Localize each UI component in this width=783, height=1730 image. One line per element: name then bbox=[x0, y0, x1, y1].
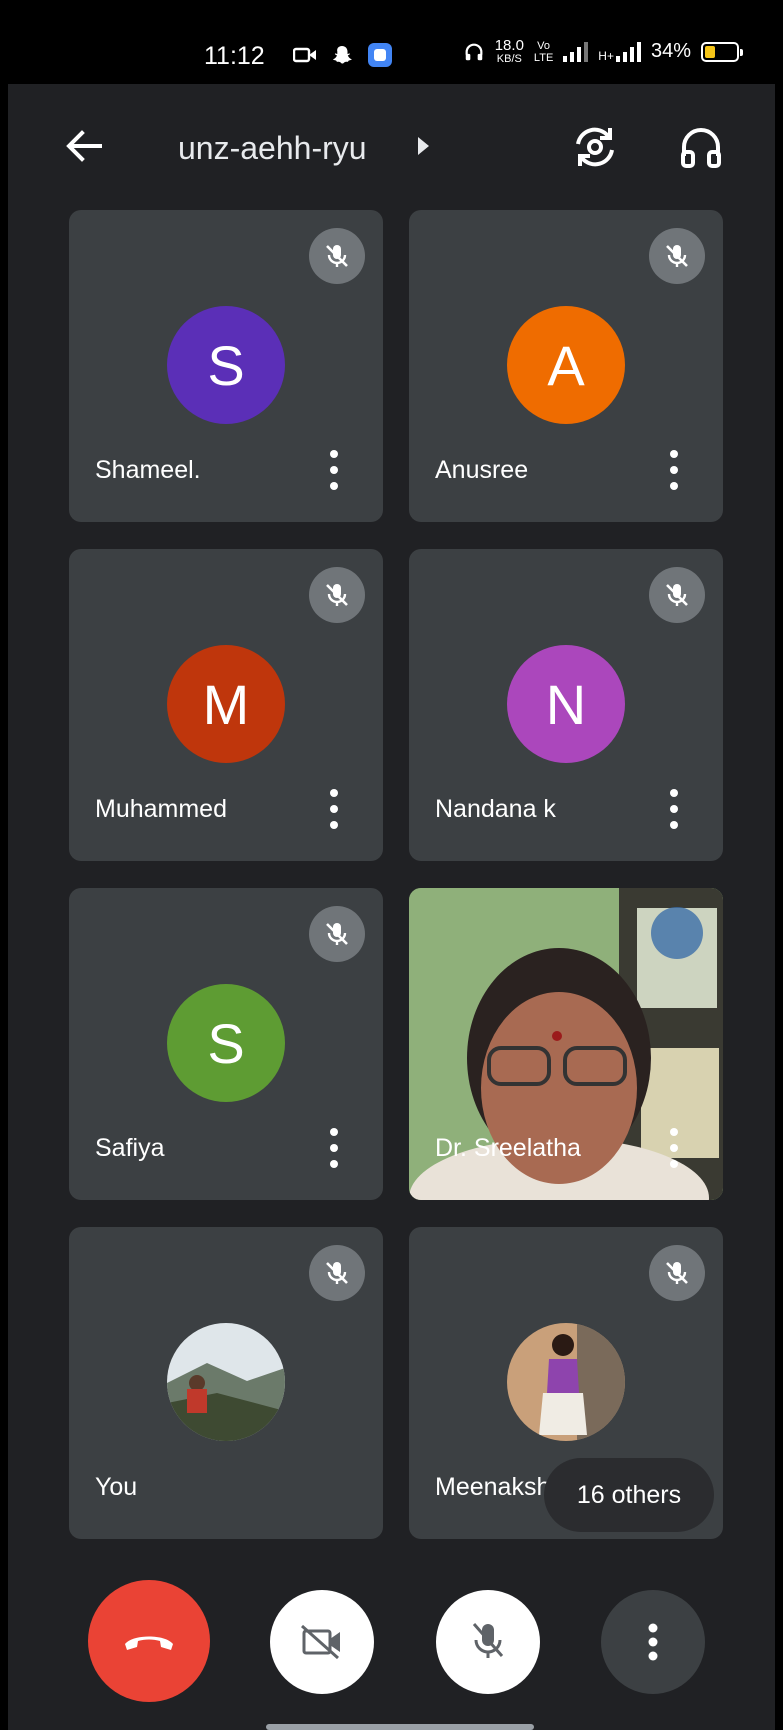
more-options-button[interactable] bbox=[601, 1590, 705, 1694]
avatar bbox=[507, 1323, 625, 1441]
battery-percent: 34% bbox=[650, 40, 691, 62]
muted-mic-icon bbox=[649, 228, 705, 284]
mic-off-icon bbox=[472, 1623, 504, 1658]
participant-tile[interactable]: N Nandana k bbox=[409, 549, 723, 861]
microphone-toggle-button[interactable] bbox=[436, 1590, 540, 1694]
end-call-button[interactable] bbox=[88, 1580, 210, 1702]
signal-strength-icon bbox=[563, 41, 589, 62]
participant-name: Anusree bbox=[435, 456, 529, 484]
participant-options-icon[interactable] bbox=[327, 450, 341, 490]
meeting-details-caret-icon[interactable] bbox=[418, 137, 429, 155]
participant-options-icon[interactable] bbox=[667, 1128, 681, 1168]
network-type: H+ bbox=[598, 41, 641, 63]
participant-options-icon[interactable] bbox=[667, 789, 681, 829]
participant-tile[interactable]: A Anusree bbox=[409, 210, 723, 522]
muted-mic-icon bbox=[309, 567, 365, 623]
app-notification-icon bbox=[368, 43, 392, 67]
others-count-pill[interactable]: 16 others bbox=[544, 1458, 714, 1532]
avatar: S bbox=[167, 984, 285, 1102]
muted-mic-icon bbox=[309, 906, 365, 962]
participant-options-icon[interactable] bbox=[327, 1128, 341, 1168]
participant-tile[interactable]: S Safiya bbox=[69, 888, 383, 1200]
meet-call-screen: 11:12 18.0 KB/S Vo LTE H+ 34% unz-aehh-r… bbox=[8, 0, 775, 1730]
network-speed-unit: KB/S bbox=[496, 53, 522, 65]
volte-top: Vo bbox=[537, 39, 551, 52]
avatar: S bbox=[167, 306, 285, 424]
signal-strength-2-icon bbox=[615, 41, 641, 62]
headset-status-icon bbox=[465, 43, 483, 60]
battery-icon bbox=[701, 41, 743, 62]
meeting-code[interactable]: unz-aehh-ryu bbox=[178, 130, 367, 167]
participant-name: Muhammed bbox=[95, 795, 227, 823]
participant-options-icon[interactable] bbox=[667, 450, 681, 490]
volte-indicator: Vo LTE bbox=[534, 40, 553, 64]
network-speed: 18.0 KB/S bbox=[495, 38, 524, 65]
more-vert-icon bbox=[648, 1623, 658, 1661]
avatar: A bbox=[507, 306, 625, 424]
avatar: M bbox=[167, 645, 285, 763]
meeting-header: unz-aehh-ryu bbox=[8, 100, 775, 190]
muted-mic-icon bbox=[309, 1245, 365, 1301]
audio-output-icon[interactable] bbox=[676, 122, 726, 172]
video-notification-icon bbox=[293, 47, 316, 63]
participant-options-icon[interactable] bbox=[327, 789, 341, 829]
participant-tile[interactable]: M Muhammed bbox=[69, 549, 383, 861]
battery-level-fill bbox=[705, 45, 715, 58]
participant-name: Safiya bbox=[95, 1134, 165, 1162]
participant-video-tile[interactable]: Dr. Sreelatha bbox=[409, 888, 723, 1200]
participant-name: You bbox=[95, 1473, 138, 1501]
hang-up-icon bbox=[125, 1636, 173, 1650]
participant-tile[interactable]: S Shameel. bbox=[69, 210, 383, 522]
participant-name: Nandana k bbox=[435, 795, 556, 823]
muted-mic-icon bbox=[309, 228, 365, 284]
gesture-home-bar[interactable] bbox=[266, 1724, 534, 1730]
avatar: N bbox=[507, 645, 625, 763]
self-tile[interactable]: You bbox=[69, 1227, 383, 1539]
status-bar: 11:12 18.0 KB/S Vo LTE H+ 34% bbox=[8, 0, 775, 84]
snapchat-icon bbox=[333, 46, 352, 64]
camera-toggle-button[interactable] bbox=[270, 1590, 374, 1694]
network-type-label: H+ bbox=[598, 48, 614, 63]
volte-bottom: LTE bbox=[533, 51, 554, 64]
status-right-group: 18.0 KB/S Vo LTE H+ 34% bbox=[463, 38, 743, 65]
back-arrow-icon[interactable] bbox=[60, 122, 108, 170]
muted-mic-icon bbox=[649, 1245, 705, 1301]
switch-camera-icon[interactable] bbox=[570, 122, 620, 172]
avatar bbox=[167, 1323, 285, 1441]
participant-name: Meenaksh bbox=[435, 1473, 551, 1501]
status-time: 11:12 bbox=[204, 42, 265, 70]
participant-name: Dr. Sreelatha bbox=[435, 1134, 581, 1162]
muted-mic-icon bbox=[649, 567, 705, 623]
notification-icons bbox=[293, 42, 393, 68]
camera-off-icon bbox=[301, 1624, 340, 1660]
network-speed-value: 18.0 bbox=[494, 37, 524, 54]
participant-name: Shameel. bbox=[95, 456, 201, 484]
